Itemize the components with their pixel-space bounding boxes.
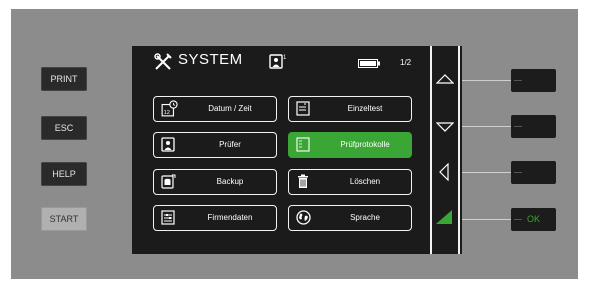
user-icon [161,137,175,152]
einzeltest-button[interactable]: Einzeltest [288,96,412,122]
pruefer-button[interactable]: Prüfer [153,132,277,158]
print-button[interactable]: PRINT [41,67,87,91]
battery-icon [358,59,380,68]
down-arrow-icon[interactable] [436,122,454,132]
firmendaten-button[interactable]: Firmendaten [153,205,277,231]
softkey-up[interactable] [511,69,556,92]
connector-line [462,126,511,127]
up-arrow-icon[interactable] [436,74,454,84]
softkey-back[interactable] [511,161,556,184]
pruefprotokolle-button[interactable]: Prüfprotokolle [288,132,412,158]
datum-zeit-label: Datum / Zeit [208,104,252,113]
ok-button[interactable]: OK [511,208,556,231]
pruefprotokolle-label: Prüfprotokolle [340,140,390,149]
connector-line [462,219,511,220]
document-icon [296,101,310,116]
left-arrow-icon[interactable] [439,163,449,181]
loeschen-button[interactable]: Löschen [288,169,412,195]
globe-icon [296,210,311,225]
esc-button[interactable]: ESC [41,116,87,140]
loeschen-label: Löschen [349,177,381,186]
einzeltest-label: Einzeltest [347,104,383,113]
help-button[interactable]: HELP [41,162,87,186]
list-icon [161,210,175,225]
firmendaten-label: Firmendaten [207,213,253,222]
display-screen: SYSTEM 1 1/2 12 Datum / Zeit Prüfer Back… [132,46,462,254]
document-list-icon [296,137,310,152]
ok-label: OK [526,214,540,224]
database-icon [161,174,176,189]
calendar-clock-icon: 12 [161,100,178,117]
user-badge-icon: 1 [269,54,287,69]
connector-line [462,172,511,173]
backup-button[interactable]: Backup [153,169,277,195]
datum-zeit-button[interactable]: 12 Datum / Zeit [153,96,277,122]
screen-title: SYSTEM [178,51,243,68]
nav-divider-right [458,46,460,254]
screen-header: SYSTEM 1 1/2 [132,46,430,76]
start-button[interactable]: START [41,207,87,231]
svg-text:12: 12 [164,110,170,116]
pruefer-label: Prüfer [219,140,241,149]
page-indicator: 1/2 [400,58,412,67]
softkey-down[interactable] [511,115,556,138]
sprache-label: Sprache [350,213,380,222]
header-badge-number: 1 [283,55,287,61]
tools-icon [154,53,172,70]
confirm-triangle-icon[interactable] [435,209,453,225]
trash-icon [298,174,308,188]
connector-line [462,80,511,81]
backup-label: Backup [216,177,244,186]
nav-divider-left [430,46,432,254]
nav-column [430,46,462,254]
sprache-button[interactable]: Sprache [288,205,412,231]
